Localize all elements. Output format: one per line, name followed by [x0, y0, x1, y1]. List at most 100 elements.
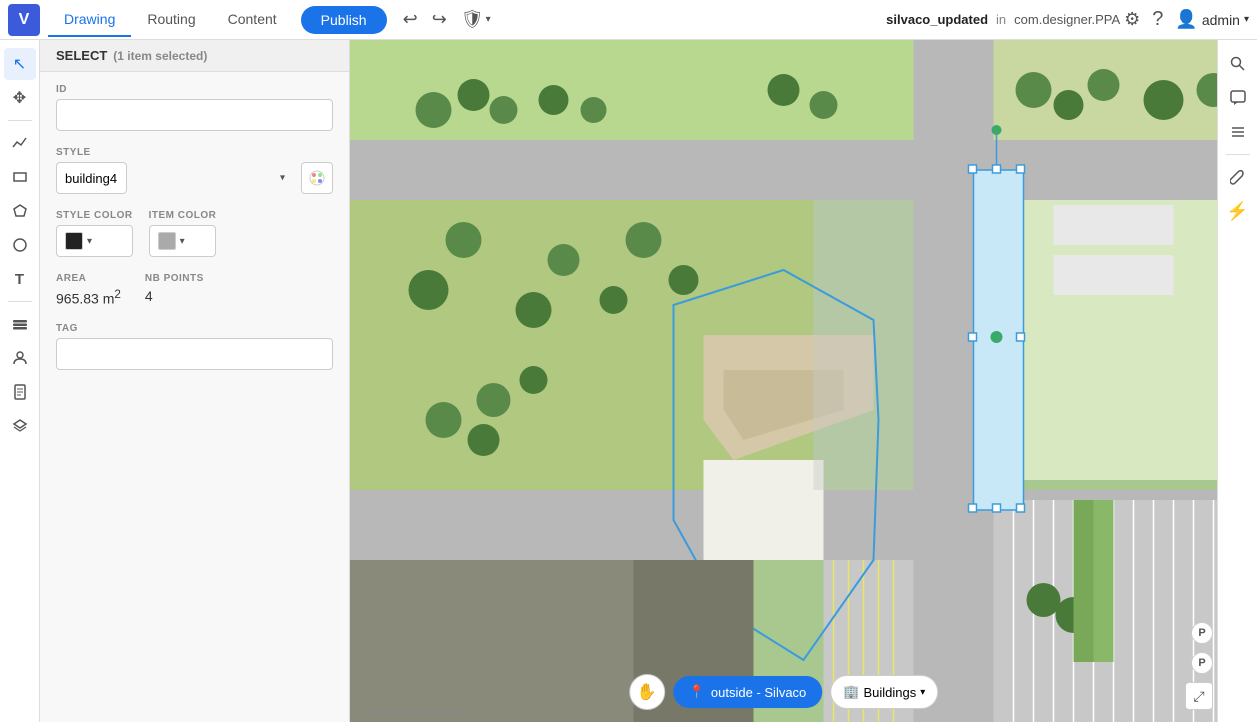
style-color-button[interactable]: ▾	[56, 225, 133, 257]
style-row: building4 ▾	[56, 162, 333, 194]
buildings-label: Buildings	[863, 685, 916, 700]
area-value: 965.83 m2	[56, 288, 121, 307]
fullscreen-button[interactable]: ⤢	[1185, 682, 1213, 710]
menu-panel-button[interactable]	[1222, 116, 1254, 148]
publish-button[interactable]: Publish	[301, 6, 387, 34]
nb-points-value: 4	[145, 288, 204, 304]
rect-tool-button[interactable]	[4, 161, 36, 193]
user-tool-button[interactable]	[4, 342, 36, 374]
doc-icon	[12, 384, 28, 400]
help-button[interactable]: ?	[1152, 8, 1163, 31]
panel-content: ID STYLE building4 ▾	[40, 72, 349, 398]
item-color-button[interactable]: ▾	[149, 225, 217, 257]
topbar-actions: ↩ ↪ 🛡 ▾	[399, 5, 495, 34]
map-bottom-right: P P ⤢	[1185, 622, 1213, 710]
location-button[interactable]: 📍 outside - Silvaco	[673, 676, 823, 708]
circle-tool-button[interactable]	[4, 229, 36, 261]
tag-field-group: TAG	[56, 323, 333, 370]
shield-icon: 🛡	[461, 9, 484, 30]
hand-button[interactable]: ✋	[629, 674, 665, 710]
undo-button[interactable]: ↩	[399, 5, 422, 34]
powered-by: powered by Visioglobe	[362, 707, 462, 718]
topbar-tabs: Drawing Routing Content	[48, 3, 293, 37]
user-menu-button[interactable]: 👤 admin ▾	[1175, 9, 1249, 30]
file-info: silvaco_updated in com.designer.PPA	[886, 12, 1120, 27]
text-tool-button[interactable]: T	[4, 263, 36, 295]
shield-button[interactable]: 🛡 ▾	[457, 5, 495, 34]
id-field-group: ID	[56, 84, 333, 131]
bolt-panel-button[interactable]: ⚡	[1222, 195, 1254, 227]
wrench-icon	[1230, 169, 1246, 185]
user-icon	[12, 350, 28, 366]
main-area: ↖ ✥ T	[0, 40, 1257, 722]
metrics-row: AREA 965.83 m2 NB POINTS 4	[56, 273, 333, 307]
p-badge: P	[1191, 622, 1213, 644]
settings-button[interactable]: ⚙	[1124, 9, 1140, 30]
redo-button[interactable]: ↪	[428, 5, 451, 34]
stack-tool-button[interactable]	[4, 410, 36, 442]
select-tool-button[interactable]: ↖	[4, 48, 36, 80]
p-badge-2: P	[1191, 652, 1213, 674]
style-color-label: STYLE COLOR	[56, 210, 133, 221]
select-label: SELECT	[56, 48, 107, 63]
item-color-swatch	[158, 232, 176, 250]
layers-icon	[12, 316, 28, 332]
stats-tool-button[interactable]	[4, 127, 36, 159]
chat-panel-button[interactable]	[1222, 82, 1254, 114]
doc-tool-button[interactable]	[4, 376, 36, 408]
app-logo: V	[8, 4, 40, 36]
right-toolbar: ⚡	[1217, 40, 1257, 722]
buildings-button[interactable]: 🏢 Buildings ▾	[830, 675, 938, 709]
area-sup: 2	[114, 288, 120, 301]
metrics-field-group: AREA 965.83 m2 NB POINTS 4	[56, 273, 333, 307]
style-select[interactable]: building4	[56, 162, 127, 194]
style-color-dropdown-icon: ▾	[87, 236, 92, 247]
id-label: ID	[56, 84, 333, 95]
style-dropdown-wrapper: building4 ▾	[56, 162, 293, 194]
tool-divider-2	[8, 301, 32, 302]
id-input[interactable]	[56, 99, 333, 131]
left-toolbar: ↖ ✥ T	[0, 40, 40, 722]
tab-routing[interactable]: Routing	[131, 3, 211, 37]
location-icon: 📍	[689, 684, 705, 700]
buildings-chevron-icon: ▾	[920, 687, 925, 698]
location-label: outside - Silvaco	[711, 685, 806, 700]
tab-content[interactable]: Content	[212, 3, 293, 37]
item-color-label: ITEM COLOR	[149, 210, 217, 221]
layers-tool-button[interactable]	[4, 308, 36, 340]
stats-icon	[12, 135, 28, 151]
polygon-tool-button[interactable]	[4, 195, 36, 227]
wrench-panel-button[interactable]	[1222, 161, 1254, 193]
item-color-group: ITEM COLOR ▾	[149, 210, 217, 257]
project-name: com.designer.PPA	[1014, 12, 1120, 27]
buildings-icon: 🏢	[843, 684, 859, 700]
chat-icon	[1230, 90, 1246, 106]
color-field-group: STYLE COLOR ▾ ITEM COLOR ▾	[56, 210, 333, 257]
nb-points-group: NB POINTS 4	[145, 273, 204, 307]
tag-label: TAG	[56, 323, 333, 334]
map-container[interactable]: ✋ 📍 outside - Silvaco 🏢 Buildings ▾ P P …	[350, 40, 1217, 722]
area-label: AREA	[56, 273, 121, 284]
tag-input[interactable]	[56, 338, 333, 370]
style-color-swatch	[65, 232, 83, 250]
color-row: STYLE COLOR ▾ ITEM COLOR ▾	[56, 210, 333, 257]
tab-drawing[interactable]: Drawing	[48, 3, 131, 37]
search-icon	[1230, 56, 1246, 72]
style-field-group: STYLE building4 ▾	[56, 147, 333, 194]
user-avatar-icon: 👤	[1175, 9, 1197, 30]
user-chevron-icon: ▾	[1244, 14, 1249, 25]
map-canvas[interactable]	[350, 40, 1217, 722]
tool-divider-1	[8, 120, 32, 121]
style-label: STYLE	[56, 147, 333, 158]
topbar: V Drawing Routing Content Publish ↩ ↪ 🛡 …	[0, 0, 1257, 40]
palette-button[interactable]	[301, 162, 333, 194]
properties-panel: SELECT (1 item selected) ID STYLE buildi…	[40, 40, 350, 722]
search-panel-button[interactable]	[1222, 48, 1254, 80]
item-color-dropdown-icon: ▾	[180, 236, 185, 247]
move-tool-button[interactable]: ✥	[4, 82, 36, 114]
palette-icon	[309, 170, 325, 186]
shield-dropdown-icon: ▾	[486, 14, 491, 25]
topbar-right: ⚙ ? 👤 admin ▾	[1124, 8, 1249, 31]
user-label: admin	[1202, 12, 1240, 28]
select-count: (1 item selected)	[113, 49, 207, 63]
